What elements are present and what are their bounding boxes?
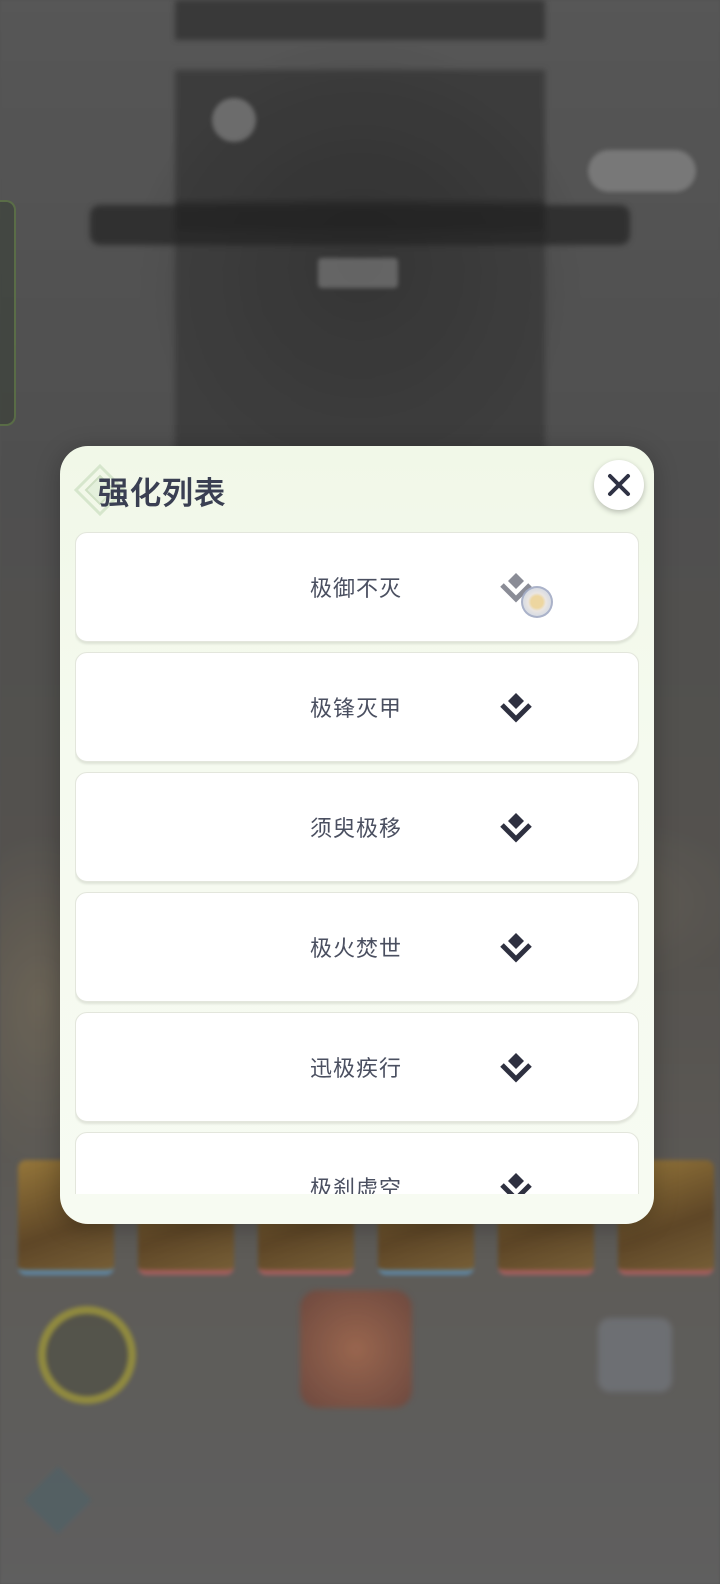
list-item[interactable]: 极锋灭甲 bbox=[75, 652, 639, 762]
touch-indicator bbox=[521, 586, 553, 618]
enhance-list-dialog: 强化列表 极御不灭 极锋灭甲 须臾极移 极火焚世 迅极疾行 极刹虚空 bbox=[60, 446, 654, 1224]
close-icon bbox=[608, 474, 630, 496]
list-item-label: 极刹虚空 bbox=[310, 1177, 403, 1194]
upgrade-chevron-icon bbox=[500, 693, 532, 723]
list-item[interactable]: 须臾极移 bbox=[75, 772, 639, 882]
close-button[interactable] bbox=[594, 460, 644, 510]
list-item-label: 极火焚世 bbox=[310, 937, 403, 962]
list-item[interactable]: 极御不灭 bbox=[75, 532, 639, 642]
upgrade-chevron-icon bbox=[500, 1173, 532, 1194]
upgrade-chevron-icon bbox=[500, 933, 532, 963]
dialog-header: 强化列表 bbox=[60, 446, 654, 532]
enhance-list[interactable]: 极御不灭 极锋灭甲 须臾极移 极火焚世 迅极疾行 极刹虚空 bbox=[75, 532, 639, 1194]
list-item-label: 迅极疾行 bbox=[310, 1057, 403, 1082]
list-item[interactable]: 迅极疾行 bbox=[75, 1012, 639, 1122]
list-item-label: 极锋灭甲 bbox=[310, 697, 403, 722]
dialog-title: 强化列表 bbox=[98, 476, 226, 512]
upgrade-chevron-icon bbox=[500, 1053, 532, 1083]
list-item-label: 极御不灭 bbox=[310, 577, 403, 602]
list-item-label: 须臾极移 bbox=[310, 817, 403, 842]
upgrade-chevron-icon bbox=[500, 813, 532, 843]
list-item[interactable]: 极刹虚空 bbox=[75, 1132, 639, 1194]
list-item[interactable]: 极火焚世 bbox=[75, 892, 639, 1002]
